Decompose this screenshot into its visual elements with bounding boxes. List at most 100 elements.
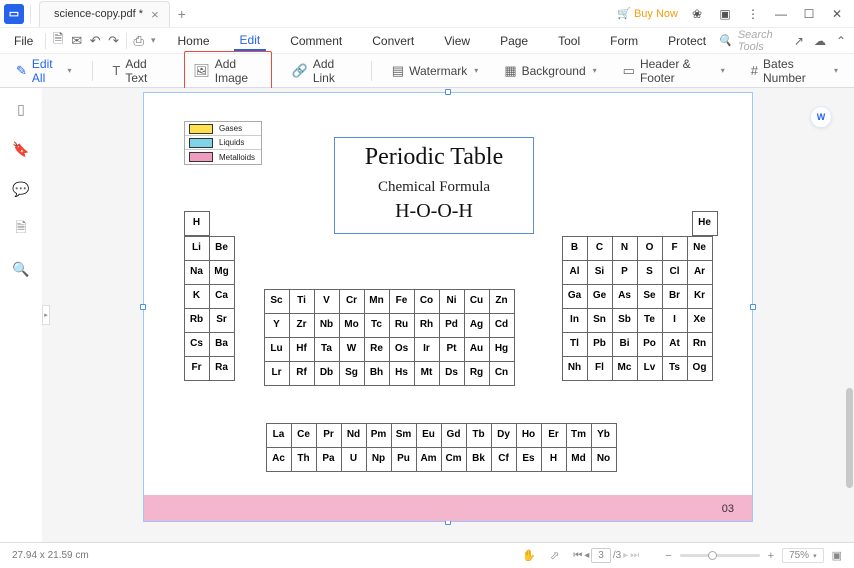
divider (30, 5, 31, 23)
cloud-icon[interactable]: ☁ (814, 34, 826, 48)
menu-protect[interactable]: Protect (662, 32, 712, 50)
bates-number-button[interactable]: # Bates Number ▾ (745, 54, 844, 88)
element-cell-Og: Og (687, 356, 713, 381)
menu-tool[interactable]: Tool (552, 32, 586, 50)
new-tab-button[interactable]: + (178, 6, 186, 22)
up-icon[interactable]: ⌃ (836, 34, 846, 48)
next-page-icon[interactable]: ▸ (623, 550, 628, 561)
edit-all-button[interactable]: ✎ Edit All ▾ (10, 54, 78, 88)
undo-icon[interactable]: ↶ (89, 33, 101, 49)
element-cell-Yb: Yb (591, 423, 617, 448)
mail-icon[interactable]: ✉ (70, 33, 82, 49)
attachments-icon[interactable]: 🗎 (12, 220, 30, 238)
legend-swatch-metalloids (189, 152, 213, 162)
element-cell-Pu: Pu (391, 447, 417, 472)
minimize-button[interactable]: — (772, 5, 790, 23)
menu-dots-icon[interactable]: ⋮ (744, 5, 762, 23)
add-text-button[interactable]: T Add Text (106, 54, 170, 88)
add-link-button[interactable]: 🔗 Add Link (286, 54, 357, 88)
maximize-button[interactable]: ☐ (800, 5, 818, 23)
current-page-input[interactable]: 3 (591, 548, 611, 563)
selection-handle-top[interactable] (445, 89, 451, 95)
element-cell-Fl: Fl (587, 356, 613, 381)
document-tab[interactable]: science-copy.pdf * × (39, 1, 170, 27)
user-icon[interactable]: ▣ (716, 5, 734, 23)
print-icon[interactable]: ⎙ (133, 33, 145, 49)
periodic-table-fblock: LaCePrNdPmSmEuGdTbDyHoErTmYbAcThPaUNpPuA… (266, 423, 616, 471)
menu-page[interactable]: Page (494, 32, 534, 50)
search-panel-icon[interactable]: 🔍 (12, 260, 30, 278)
thumbnails-icon[interactable]: ▯ (12, 100, 30, 118)
watermark-label: Watermark (409, 64, 467, 78)
bookmarks-icon[interactable]: 🔖 (12, 140, 30, 158)
prev-page-icon[interactable]: ◂ (584, 550, 589, 561)
element-cell-Ca: Ca (209, 284, 235, 309)
element-cell-Xe: Xe (687, 308, 713, 333)
search-tools-input[interactable]: 🔍 Search Tools (718, 29, 776, 53)
page-total: /3 (613, 550, 621, 561)
save-icon[interactable]: 🗎 (52, 30, 64, 52)
add-image-label: Add Image (215, 57, 263, 85)
close-window-button[interactable]: ✕ (828, 5, 846, 23)
element-cell-Ni: Ni (439, 289, 465, 314)
header-footer-button[interactable]: ▭ Header & Footer ▾ (617, 54, 731, 88)
element-cell-Bi: Bi (612, 332, 638, 357)
select-tool-icon[interactable]: ⬀ (550, 549, 559, 562)
menu-convert[interactable]: Convert (366, 32, 420, 50)
element-cell-P: P (612, 260, 638, 285)
element-cell-Fr: Fr (184, 356, 210, 381)
background-button[interactable]: ▦ Background ▾ (498, 60, 602, 82)
fit-page-icon[interactable]: ▣ (832, 549, 842, 562)
selection-handle-right[interactable] (750, 304, 756, 310)
share-icon[interactable]: ↗ (794, 34, 804, 48)
element-cell-Mo: Mo (339, 313, 365, 338)
element-cell-Sr: Sr (209, 308, 235, 333)
expand-left-handle[interactable]: ▸ (42, 305, 50, 325)
legend-swatch-gases (189, 124, 213, 134)
file-menu[interactable]: File (8, 32, 39, 50)
element-cell-Cs: Cs (184, 332, 210, 357)
menu-view[interactable]: View (438, 32, 476, 50)
element-cell-Kr: Kr (687, 284, 713, 309)
element-cell-F: F (662, 236, 688, 261)
element-cell-Cm: Cm (441, 447, 467, 472)
add-image-button[interactable]: 🖼 Add Image (184, 51, 271, 91)
element-cell-Tb: Tb (466, 423, 492, 448)
element-cell-Be: Be (209, 236, 235, 261)
element-cell-Hg: Hg (489, 337, 515, 362)
close-tab-icon[interactable]: × (151, 7, 159, 22)
divider (45, 33, 46, 49)
element-cell-Ag: Ag (464, 313, 490, 338)
vertical-scrollbar[interactable] (844, 88, 854, 542)
menu-home[interactable]: Home (172, 32, 216, 50)
first-page-icon[interactable]: ⏮ (573, 550, 582, 561)
scrollbar-thumb[interactable] (846, 388, 853, 488)
menu-form[interactable]: Form (604, 32, 644, 50)
document-viewport[interactable]: ▸ ◂ W Gases Liquids Metalloids Periodic … (42, 88, 854, 542)
zoom-percent[interactable]: 75%▾ (782, 548, 824, 563)
word-export-badge[interactable]: W (810, 106, 832, 128)
statusbar: 27.94 x 21.59 cm ✋ ⬀ ⏮ ◂ 3 /3 ▸ ⏭ − + 75… (0, 542, 854, 568)
selection-handle-left[interactable] (140, 304, 146, 310)
menu-edit[interactable]: Edit (234, 31, 267, 51)
element-cell-Ts: Ts (662, 356, 688, 381)
zoom-thumb[interactable] (708, 551, 717, 560)
tab-title: science-copy.pdf * (54, 8, 143, 20)
element-cell-As: As (612, 284, 638, 309)
element-cell-He: He (692, 211, 718, 236)
comments-icon[interactable]: 💬 (12, 180, 30, 198)
zoom-out-icon[interactable]: − (665, 550, 671, 562)
hand-tool-icon[interactable]: ✋ (522, 549, 536, 562)
chevron-down-icon[interactable]: ▾ (151, 35, 156, 46)
element-cell-Lr: Lr (264, 361, 290, 386)
pdf-page[interactable]: Gases Liquids Metalloids Periodic Table … (143, 92, 753, 522)
search-placeholder: Search Tools (738, 29, 776, 53)
buy-now-link[interactable]: 🛒 Buy Now (617, 7, 678, 20)
last-page-icon[interactable]: ⏭ (630, 550, 639, 561)
watermark-button[interactable]: ▤ Watermark ▾ (386, 60, 485, 82)
zoom-slider[interactable] (680, 554, 760, 557)
zoom-in-icon[interactable]: + (768, 550, 774, 562)
gift-icon[interactable]: ❀ (688, 5, 706, 23)
redo-icon[interactable]: ↷ (107, 33, 119, 49)
menu-comment[interactable]: Comment (284, 32, 348, 50)
